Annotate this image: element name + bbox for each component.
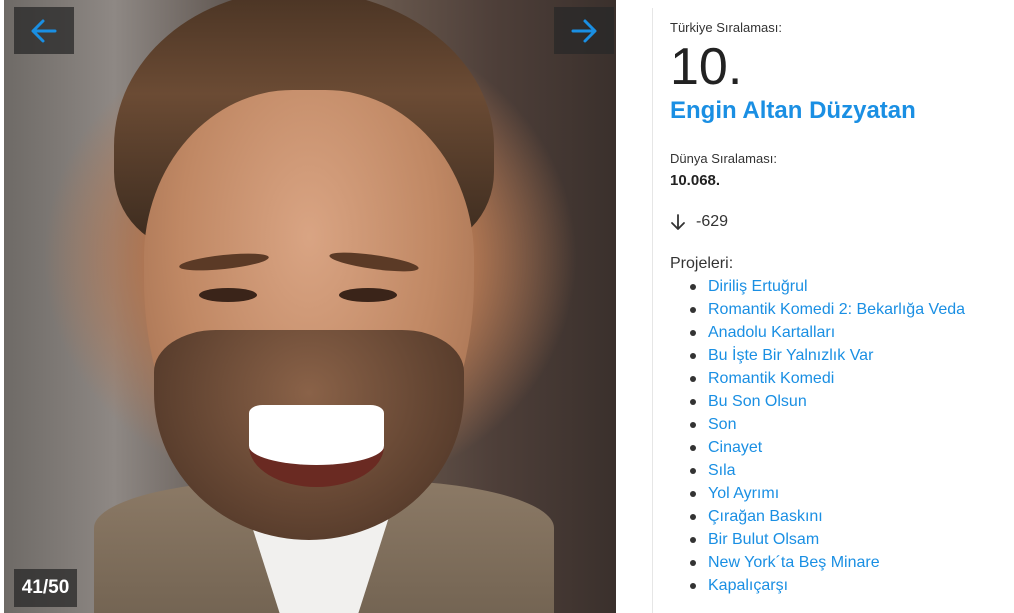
- project-link[interactable]: Kapalıçarşı: [708, 577, 788, 594]
- project-link[interactable]: Cinayet: [708, 439, 762, 456]
- project-link[interactable]: Romantik Komedi 2: Bekarlığa Veda: [708, 301, 965, 318]
- project-link[interactable]: New York´ta Beş Minare: [708, 554, 880, 571]
- previous-photo-button[interactable]: [14, 7, 74, 54]
- list-item: Bu Son Olsun: [690, 390, 1010, 413]
- list-item: Çırağan Baskını: [690, 505, 1010, 528]
- projects-list: Diriliş Ertuğrul Romantik Komedi 2: Beka…: [670, 275, 1010, 597]
- arrow-right-icon: [571, 19, 597, 42]
- project-link[interactable]: Diriliş Ertuğrul: [708, 278, 808, 295]
- project-link[interactable]: Romantik Komedi: [708, 370, 834, 387]
- photo-smile: [249, 405, 384, 487]
- arrow-left-icon: [31, 19, 57, 42]
- project-link[interactable]: Anadolu Kartalları: [708, 324, 835, 341]
- rank-change-value: -629: [696, 213, 729, 230]
- list-item: Romantik Komedi 2: Bekarlığa Veda: [690, 298, 1010, 321]
- next-photo-button[interactable]: [554, 7, 614, 54]
- photo-eye: [339, 288, 397, 302]
- project-link[interactable]: Sıla: [708, 462, 736, 479]
- photo-eye: [199, 288, 257, 302]
- list-item: Cinayet: [690, 436, 1010, 459]
- list-item: Kapalıçarşı: [690, 574, 1010, 597]
- list-item: Yol Ayrımı: [690, 482, 1010, 505]
- project-link[interactable]: Bu İşte Bir Yalnızlık Var: [708, 347, 873, 364]
- list-item: Sıla: [690, 459, 1010, 482]
- actor-name[interactable]: Engin Altan Düzyatan: [670, 97, 1010, 125]
- list-item: Diriliş Ertuğrul: [690, 275, 1010, 298]
- photo-counter: 41/50: [14, 569, 77, 607]
- world-rank-value: 10.068.: [670, 172, 721, 189]
- world-rank-label: Dünya Sıralaması:: [670, 151, 777, 166]
- project-link[interactable]: Yol Ayrımı: [708, 485, 779, 502]
- panel-divider: [652, 8, 653, 613]
- list-item: Anadolu Kartalları: [690, 321, 1010, 344]
- projects-label: Projeleri:: [670, 255, 734, 272]
- actor-photo: 41/50: [4, 0, 616, 613]
- rank-change: -629: [670, 213, 1010, 231]
- project-link[interactable]: Bu Son Olsun: [708, 393, 807, 410]
- project-link[interactable]: Son: [708, 416, 736, 433]
- list-item: Son: [690, 413, 1010, 436]
- list-item: Romantik Komedi: [690, 367, 1010, 390]
- turkey-rank-value: 10.: [670, 38, 743, 96]
- project-link[interactable]: Çırağan Baskını: [708, 508, 823, 525]
- list-item: Bir Bulut Olsam: [690, 528, 1010, 551]
- info-panel: Türkiye Sıralaması: 10. Engin Altan Düzy…: [670, 20, 1010, 597]
- list-item: Bu İşte Bir Yalnızlık Var: [690, 344, 1010, 367]
- turkey-rank-label: Türkiye Sıralaması:: [670, 20, 782, 35]
- list-item: New York´ta Beş Minare: [690, 551, 1010, 574]
- arrow-down-icon: [671, 214, 685, 230]
- project-link[interactable]: Bir Bulut Olsam: [708, 531, 819, 548]
